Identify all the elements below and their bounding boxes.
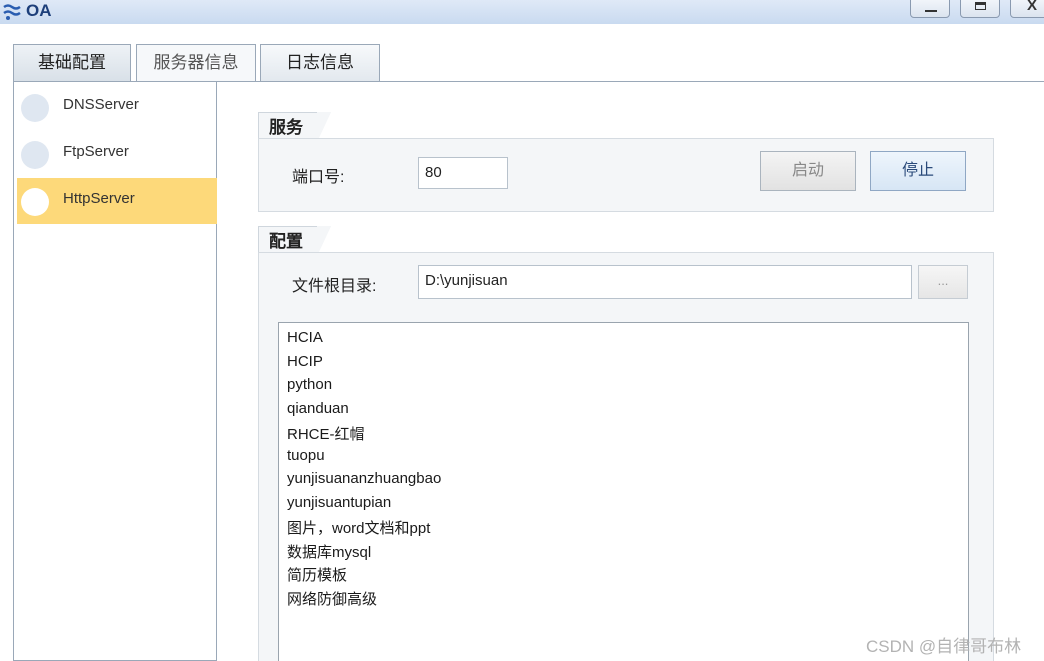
stop-button[interactable]: 停止 bbox=[870, 151, 966, 191]
server-item-label: FtpServer bbox=[63, 143, 129, 160]
file-list[interactable]: HCIA HCIP python qianduan RHCE-红帽 tuopu … bbox=[278, 322, 969, 661]
title-bar: OA X bbox=[0, 0, 1044, 24]
server-status-icon bbox=[21, 141, 49, 169]
app-logo-icon bbox=[3, 4, 21, 20]
list-item[interactable]: qianduan bbox=[287, 400, 349, 417]
list-item[interactable]: HCIP bbox=[287, 353, 323, 370]
server-item-label: HttpServer bbox=[63, 190, 135, 207]
list-item[interactable]: python bbox=[287, 376, 332, 393]
port-input[interactable]: 80 bbox=[418, 157, 508, 189]
minimize-button[interactable] bbox=[910, 0, 950, 18]
server-status-icon bbox=[21, 94, 49, 122]
maximize-button[interactable] bbox=[960, 0, 1000, 18]
list-item[interactable]: RHCE-红帽 bbox=[287, 423, 365, 444]
maximize-icon bbox=[975, 2, 986, 10]
list-item[interactable]: HCIA bbox=[287, 329, 323, 346]
close-button[interactable]: X bbox=[1010, 0, 1044, 18]
server-item-http[interactable]: HttpServer bbox=[17, 178, 217, 224]
list-item[interactable]: 简历模板 bbox=[287, 564, 347, 585]
tab-basic-config[interactable]: 基础配置 bbox=[13, 44, 131, 82]
list-item[interactable]: yunjisuantupian bbox=[287, 494, 391, 511]
window-title: OA bbox=[26, 1, 52, 20]
browse-button[interactable]: ... bbox=[918, 265, 968, 299]
minimize-icon bbox=[925, 10, 937, 12]
tab-log-info[interactable]: 日志信息 bbox=[260, 44, 380, 82]
server-status-icon bbox=[21, 188, 49, 216]
server-item-dns[interactable]: DNSServer bbox=[17, 84, 217, 130]
port-label: 端口号: bbox=[292, 169, 345, 186]
start-button[interactable]: 启动 bbox=[760, 151, 856, 191]
list-item[interactable]: 网络防御高级 bbox=[287, 588, 377, 609]
list-item[interactable]: 图片，word文档和ppt bbox=[287, 517, 430, 538]
server-item-ftp[interactable]: FtpServer bbox=[17, 131, 217, 177]
server-list: DNSServer FtpServer HttpServer bbox=[13, 82, 217, 661]
close-icon: X bbox=[1027, 0, 1038, 14]
server-item-label: DNSServer bbox=[63, 96, 139, 113]
list-item[interactable]: tuopu bbox=[287, 447, 325, 464]
root-dir-label: 文件根目录: bbox=[292, 278, 377, 295]
root-dir-input[interactable]: D:\yunjisuan bbox=[418, 265, 912, 299]
tab-server-info[interactable]: 服务器信息 bbox=[136, 44, 256, 82]
list-item[interactable]: 数据库mysql bbox=[287, 541, 371, 562]
list-item[interactable]: yunjisuananzhuangbao bbox=[287, 470, 441, 487]
watermark: CSDN @自律哥布林 bbox=[866, 637, 1022, 656]
